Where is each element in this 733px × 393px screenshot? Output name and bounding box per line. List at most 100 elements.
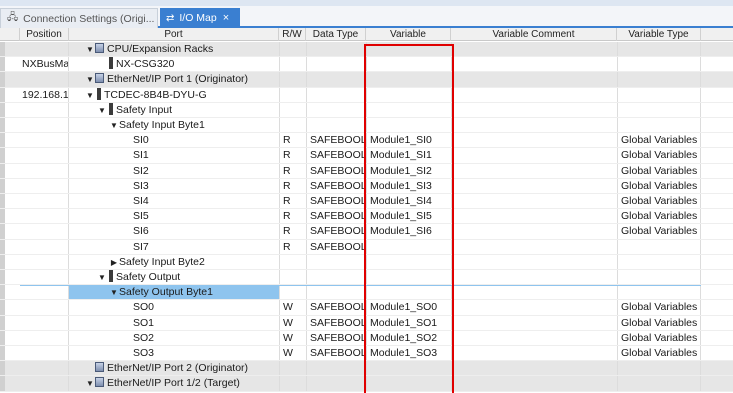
table-row[interactable]: SO0 W SAFEBOOL Module1_SO0 Global Variables xyxy=(0,300,733,316)
header-variable-comment[interactable]: Variable Comment xyxy=(451,28,617,41)
table-row[interactable]: SO3 W SAFEBOOL Module1_SO3 Global Variables xyxy=(0,346,733,362)
variable-comment-cell[interactable] xyxy=(451,300,617,316)
variable-cell[interactable] xyxy=(366,72,451,88)
variable-comment-cell[interactable] xyxy=(451,102,617,118)
row-header[interactable] xyxy=(0,346,5,362)
header-variable-type[interactable]: Variable Type xyxy=(617,28,701,41)
row-header[interactable] xyxy=(0,133,5,149)
data-type-cell[interactable]: SAFEBOOL xyxy=(306,330,366,346)
data-type-cell[interactable] xyxy=(306,102,366,118)
row-header[interactable] xyxy=(0,118,5,134)
rw-cell[interactable]: R xyxy=(279,178,306,194)
rw-cell[interactable]: W xyxy=(279,346,306,362)
rw-cell[interactable] xyxy=(279,118,306,134)
variable-cell[interactable]: Module1_SI2 xyxy=(366,163,451,179)
position-cell[interactable] xyxy=(20,300,69,316)
position-cell[interactable] xyxy=(20,315,69,331)
data-type-cell[interactable] xyxy=(306,270,366,286)
row-header[interactable] xyxy=(0,300,5,316)
variable-cell[interactable] xyxy=(366,118,451,134)
data-type-cell[interactable] xyxy=(306,254,366,270)
port-cell[interactable]: SO2 xyxy=(69,331,279,346)
row-header[interactable] xyxy=(0,361,5,377)
data-type-cell[interactable] xyxy=(306,118,366,134)
variable-type-cell[interactable]: Global Variables xyxy=(617,133,701,149)
variable-comment-cell[interactable] xyxy=(451,42,617,58)
variable-comment-cell[interactable] xyxy=(451,148,617,164)
collapse-icon[interactable]: ▼ xyxy=(97,103,107,118)
variable-comment-cell[interactable] xyxy=(451,224,617,240)
port-cell[interactable]: ▼ EtherNet/IP Port 1 (Originator) xyxy=(69,72,279,87)
port-cell[interactable]: ▼ Safety Input xyxy=(69,102,279,118)
variable-type-cell[interactable]: Global Variables xyxy=(617,148,701,164)
port-cell[interactable]: SI2 xyxy=(69,164,279,179)
port-cell[interactable]: SI5 xyxy=(69,209,279,224)
rw-cell[interactable] xyxy=(279,270,306,286)
variable-cell[interactable] xyxy=(366,102,451,118)
position-cell[interactable] xyxy=(20,224,69,240)
variable-type-cell[interactable] xyxy=(617,254,701,270)
variable-cell[interactable] xyxy=(366,239,451,255)
variable-comment-cell[interactable] xyxy=(451,163,617,179)
position-cell[interactable] xyxy=(20,102,69,118)
data-type-cell[interactable]: SAFEBOOL xyxy=(306,209,366,225)
table-row[interactable]: EtherNet/IP Port 2 (Originator) xyxy=(0,361,733,377)
variable-type-cell[interactable]: Global Variables xyxy=(617,330,701,346)
variable-type-cell[interactable]: Global Variables xyxy=(617,209,701,225)
table-row[interactable]: ▼ Safety Output xyxy=(0,270,733,286)
rw-cell[interactable] xyxy=(279,102,306,118)
position-cell[interactable] xyxy=(20,118,69,134)
port-cell[interactable]: SI0 xyxy=(69,133,279,148)
table-row[interactable]: ▶ Safety Input Byte2 xyxy=(0,254,733,270)
variable-type-cell[interactable] xyxy=(617,376,701,392)
variable-comment-cell[interactable] xyxy=(451,376,617,392)
variable-cell[interactable] xyxy=(366,87,451,103)
table-row[interactable]: 192.168.1: ▼ TCDEC-8B4B-DYU-G xyxy=(0,87,733,103)
table-row[interactable]: ▼Safety Output Byte1 xyxy=(0,285,733,301)
position-cell[interactable] xyxy=(20,346,69,362)
variable-cell[interactable] xyxy=(366,376,451,392)
variable-type-cell[interactable] xyxy=(617,72,701,88)
variable-comment-cell[interactable] xyxy=(451,87,617,103)
table-row[interactable]: ▼ CPU/Expansion Racks xyxy=(0,42,733,58)
row-header[interactable] xyxy=(0,87,5,103)
port-cell[interactable]: ▼ Safety Output xyxy=(69,270,279,285)
variable-cell[interactable]: Module1_SI4 xyxy=(366,194,451,210)
rw-cell[interactable]: R xyxy=(279,148,306,164)
position-cell[interactable]: 192.168.1: xyxy=(20,87,69,103)
position-cell[interactable] xyxy=(20,194,69,210)
position-cell[interactable] xyxy=(20,330,69,346)
variable-comment-cell[interactable] xyxy=(451,72,617,88)
variable-type-cell[interactable]: Global Variables xyxy=(617,315,701,331)
collapse-icon[interactable]: ▼ xyxy=(85,88,95,103)
rw-cell[interactable]: R xyxy=(279,194,306,210)
row-header[interactable] xyxy=(0,224,5,240)
port-cell[interactable]: EtherNet/IP Port 2 (Originator) xyxy=(69,361,279,376)
table-row[interactable]: SI6 R SAFEBOOL Module1_SI6 Global Variables xyxy=(0,224,733,240)
table-row[interactable]: SI4 R SAFEBOOL Module1_SI4 Global Variables xyxy=(0,194,733,210)
row-header[interactable] xyxy=(0,178,5,194)
position-cell[interactable] xyxy=(20,42,69,58)
row-header[interactable] xyxy=(0,163,5,179)
collapse-icon[interactable]: ▼ xyxy=(97,270,107,285)
data-type-cell[interactable] xyxy=(306,376,366,392)
header-position[interactable]: Position xyxy=(20,28,69,41)
variable-comment-cell[interactable] xyxy=(451,133,617,149)
port-cell[interactable]: ▼ TCDEC-8B4B-DYU-G xyxy=(69,87,279,103)
port-cell[interactable]: ▶ Safety Input Byte2 xyxy=(69,255,279,270)
row-header[interactable] xyxy=(0,376,5,392)
variable-type-cell[interactable] xyxy=(617,57,701,73)
variable-cell[interactable]: Module1_SO0 xyxy=(366,300,451,316)
data-type-cell[interactable]: SAFEBOOL xyxy=(306,346,366,362)
tab-connection-settings[interactable]: 🖧 Connection Settings (Origi... xyxy=(0,8,158,28)
variable-cell[interactable]: Module1_SI5 xyxy=(366,209,451,225)
variable-type-cell[interactable] xyxy=(617,118,701,134)
rw-cell[interactable] xyxy=(279,57,306,73)
rw-cell[interactable]: W xyxy=(279,315,306,331)
expand-icon[interactable]: ▶ xyxy=(109,255,119,270)
rw-cell[interactable] xyxy=(279,376,306,392)
row-header[interactable] xyxy=(0,148,5,164)
variable-cell[interactable] xyxy=(366,270,451,286)
rw-cell[interactable] xyxy=(279,42,306,58)
table-row[interactable]: SI1 R SAFEBOOL Module1_SI1 Global Variables xyxy=(0,148,733,164)
